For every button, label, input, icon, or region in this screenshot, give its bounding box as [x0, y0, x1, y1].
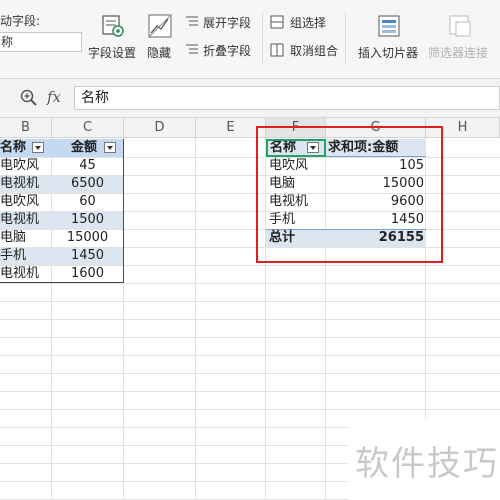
- hide-label: 隐藏: [147, 46, 172, 60]
- hide-chart-icon: [148, 14, 172, 38]
- table-cell[interactable]: 电视机: [0, 265, 51, 283]
- watermark-text: 软件技巧: [355, 444, 499, 484]
- formula-bar: fx 名称: [0, 79, 500, 118]
- gridline: [0, 337, 500, 338]
- group-icon: [270, 15, 284, 29]
- filter-dropdown-icon[interactable]: [31, 142, 44, 153]
- table-cell[interactable]: 1500: [52, 211, 123, 229]
- slicer-icon: [378, 15, 400, 37]
- gridline: [0, 283, 500, 284]
- collapse-field-label: 折叠字段: [203, 44, 252, 58]
- gridline: [0, 301, 500, 302]
- table-cell[interactable]: 1450: [52, 247, 123, 265]
- source-header-name: 名称: [0, 140, 27, 155]
- expand-icon: [186, 16, 198, 26]
- formula-input[interactable]: 名称: [74, 86, 500, 110]
- table-cell[interactable]: 6500: [52, 175, 123, 193]
- table-cell[interactable]: 电脑: [0, 229, 51, 247]
- table-cell[interactable]: 手机: [0, 247, 51, 265]
- field-settings-label: 字段设置: [88, 46, 137, 60]
- ribbon-separator: [345, 12, 346, 64]
- table-cell[interactable]: 15000: [52, 229, 123, 247]
- ribbon-toolbar: 动字段: 称 字段设置 隐藏 展开字段 折叠字段 组选择 取消组合 插入切片器 …: [0, 0, 500, 79]
- table-cell[interactable]: 45: [52, 157, 123, 175]
- column-header-b[interactable]: B: [0, 118, 52, 138]
- insert-slicer-label: 插入切片器: [358, 46, 419, 60]
- gridline: [0, 373, 500, 374]
- table-cell[interactable]: 1600: [52, 265, 123, 283]
- zoom-icon[interactable]: [20, 89, 38, 107]
- gridline: [0, 409, 500, 410]
- filter-connections-button[interactable]: 筛选器连接: [428, 10, 500, 70]
- spreadsheet-grid[interactable]: B C D E F G H 名称 金额 电吹风 45 电视机 6500 电吹风 …: [0, 118, 500, 500]
- column-header-d[interactable]: D: [124, 118, 196, 138]
- collapse-icon: [186, 44, 198, 54]
- gridline: [0, 355, 500, 356]
- ungroup-label: 取消组合: [290, 44, 339, 58]
- table-cell[interactable]: 电视机: [0, 211, 51, 229]
- table-cell[interactable]: 电吹风: [0, 193, 51, 211]
- expand-field-label: 展开字段: [203, 16, 252, 30]
- table-cell[interactable]: 60: [52, 193, 123, 211]
- table-cell[interactable]: 电吹风: [0, 157, 51, 175]
- insert-slicer-button[interactable]: 插入切片器: [356, 10, 422, 70]
- ribbon-separator: [262, 12, 263, 64]
- column-header-c[interactable]: C: [52, 118, 124, 138]
- group-selection-label: 组选择: [290, 16, 327, 30]
- active-field-input[interactable]: 称: [0, 32, 82, 52]
- field-settings-button[interactable]: 字段设置: [88, 10, 138, 70]
- gridline: [0, 391, 500, 392]
- hide-button[interactable]: 隐藏: [145, 10, 175, 70]
- filter-connections-icon: [449, 15, 471, 37]
- field-settings-icon: [102, 15, 124, 37]
- active-field-label: 动字段:: [0, 14, 41, 28]
- source-header-amount-cell[interactable]: 金额: [52, 139, 123, 157]
- gridline: [0, 319, 500, 320]
- ungroup-icon: [270, 43, 284, 57]
- highlight-box: [256, 126, 443, 263]
- source-header-amount: 金额: [71, 140, 98, 155]
- source-header-name-cell[interactable]: 名称: [0, 139, 52, 157]
- function-icon[interactable]: fx: [47, 88, 61, 106]
- table-cell[interactable]: 电视机: [0, 175, 51, 193]
- filter-dropdown-icon[interactable]: [103, 142, 116, 153]
- filter-connections-label: 筛选器连接: [428, 46, 489, 60]
